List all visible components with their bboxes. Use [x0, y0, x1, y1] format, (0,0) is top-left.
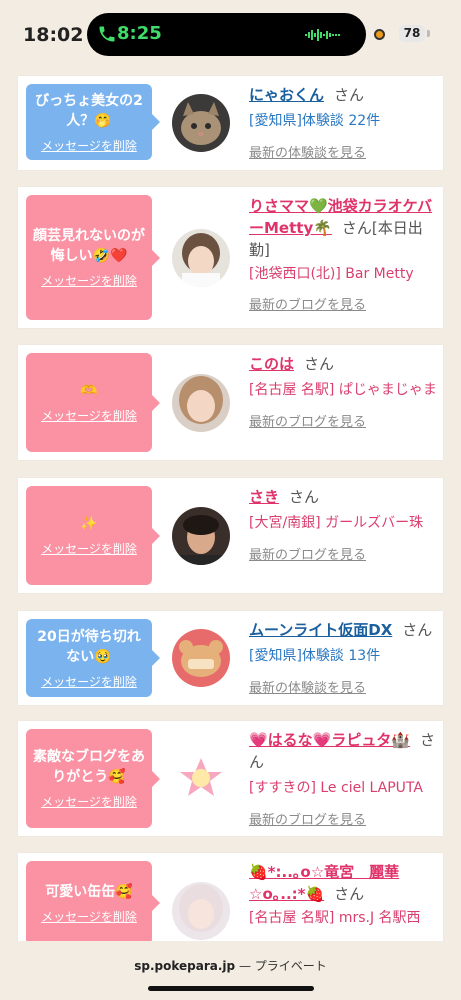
- profile-info: さき さん [大宮/南銀] ガールズバー珠 最新のブログを見る: [249, 486, 439, 563]
- battery-tip: [427, 30, 430, 37]
- call-duration: 8:25: [117, 23, 162, 44]
- latest-post-link[interactable]: 最新のブログを見る: [249, 809, 439, 828]
- delete-message-link[interactable]: メッセージを削除: [41, 137, 137, 154]
- profile-desc: [名古屋 名駅] ぱじゃまじゃま: [249, 382, 437, 398]
- profile-desc: [名古屋 名駅] mrs.J 名駅西: [249, 910, 421, 926]
- honorific: さん: [334, 86, 365, 104]
- message-bubble: びっちょ美女の2人？🤭 メッセージを削除: [26, 84, 160, 160]
- message-card: 素敵なブログをありがとう🥰 メッセージを削除 💗はるな💗ラピュタ🏰 さん [すすき…: [18, 721, 443, 836]
- delete-message-link[interactable]: メッセージを削除: [41, 908, 137, 925]
- browser-address-bar[interactable]: sp.pokepara.jp — プライベート: [0, 941, 461, 1000]
- profile-name-link[interactable]: このは: [249, 355, 294, 373]
- avatar[interactable]: [172, 882, 230, 940]
- profile-name-link[interactable]: さき: [249, 488, 279, 506]
- message-bubble: 20日が待ち切れない🥹 メッセージを削除: [26, 619, 160, 697]
- profile-info: にゃおくん さん [愛知県]体験談 22件 最新の体験談を見る: [249, 84, 439, 161]
- avatar[interactable]: [172, 750, 230, 808]
- clock: 18:02: [23, 24, 84, 46]
- message-text: ✨: [80, 516, 98, 532]
- home-indicator[interactable]: [148, 986, 314, 991]
- profile-name-link[interactable]: 🍓*:..｡o☆竜宮 麗華☆o｡..:*🍓: [249, 863, 399, 903]
- battery-icon: 78: [399, 25, 425, 42]
- profile-desc: [池袋西口(北)] Bar Metty: [249, 266, 414, 282]
- message-card: 🫶 メッセージを削除 このは さん [名古屋 名駅] ぱじゃまじゃま 最新のブログ…: [18, 345, 443, 460]
- url-suffix: — プライベート: [235, 959, 327, 973]
- delete-message-link[interactable]: メッセージを削除: [41, 272, 137, 289]
- audio-wave-icon: [305, 29, 340, 41]
- honorific: さん: [334, 885, 365, 903]
- url-display[interactable]: sp.pokepara.jp — プライベート: [0, 957, 461, 974]
- delete-message-link[interactable]: メッセージを削除: [41, 673, 137, 690]
- avatar[interactable]: [172, 629, 230, 687]
- dynamic-island[interactable]: 8:25: [87, 13, 366, 56]
- profile-desc: [愛知県]体験談 13件: [249, 648, 381, 664]
- message-card: 20日が待ち切れない🥹 メッセージを削除 ムーンライト仮面DX さん [愛知県]体…: [18, 611, 443, 705]
- message-text: 顔芸見れないのが悔しい🤣❤️: [33, 228, 145, 264]
- message-text: 素敵なブログをありがとう🥰: [33, 749, 145, 785]
- delete-message-link[interactable]: メッセージを削除: [41, 793, 137, 810]
- message-text: 🫶: [80, 383, 98, 399]
- latest-post-link[interactable]: 最新の体験談を見る: [249, 677, 439, 696]
- honorific: さん: [304, 355, 335, 373]
- honorific: さん: [402, 621, 433, 639]
- message-bubble: ✨ メッセージを削除: [26, 486, 160, 585]
- message-bubble: 可愛い缶缶🥰 メッセージを削除: [26, 861, 160, 945]
- message-card: ✨ メッセージを削除 さき さん [大宮/南銀] ガールズバー珠 最新のブログを見…: [18, 478, 443, 593]
- message-text: びっちょ美女の2人？🤭: [35, 92, 143, 129]
- profile-info: りさママ💚池袋カラオケバーMetty🌴 さん[本日出勤] [池袋西口(北)] Ba…: [249, 195, 439, 313]
- profile-info: 🍓*:..｡o☆竜宮 麗華☆o｡..:*🍓 さん [名古屋 名駅] mrs.J 名…: [249, 861, 439, 929]
- latest-post-link[interactable]: 最新のブログを見る: [249, 411, 439, 430]
- status-bar: 18:02 8:25 78: [0, 0, 461, 68]
- message-card: 可愛い缶缶🥰 メッセージを削除 🍓*:..｡o☆竜宮 麗華☆o｡..:*🍓 さん …: [18, 853, 443, 953]
- latest-post-link[interactable]: 最新の体験談を見る: [249, 142, 439, 161]
- delete-message-link[interactable]: メッセージを削除: [41, 407, 137, 424]
- avatar[interactable]: [172, 507, 230, 565]
- avatar[interactable]: [172, 94, 230, 152]
- profile-name-link[interactable]: にゃおくん: [249, 86, 324, 104]
- latest-post-link[interactable]: 最新のブログを見る: [249, 294, 439, 313]
- recording-indicator-icon: [374, 29, 385, 40]
- profile-info: 💗はるな💗ラピュタ🏰 さん [すすきの] Le ciel LAPUTA 最新のブロ…: [249, 729, 439, 828]
- honorific: さん: [289, 488, 320, 506]
- latest-post-link[interactable]: 最新のブログを見る: [249, 544, 439, 563]
- delete-message-link[interactable]: メッセージを削除: [41, 540, 137, 557]
- profile-info: このは さん [名古屋 名駅] ぱじゃまじゃま 最新のブログを見る: [249, 353, 439, 430]
- message-text: 可愛い缶缶🥰: [45, 883, 133, 900]
- profile-desc: [すすきの] Le ciel LAPUTA: [249, 780, 423, 796]
- message-bubble: 顔芸見れないのが悔しい🤣❤️ メッセージを削除: [26, 195, 160, 320]
- profile-name-link[interactable]: ムーンライト仮面DX: [249, 621, 392, 639]
- avatar[interactable]: [172, 374, 230, 432]
- message-bubble: 🫶 メッセージを削除: [26, 353, 160, 452]
- message-card: びっちょ美女の2人？🤭 メッセージを削除 にゃおくん さん [愛知県]体験談 22…: [18, 76, 443, 170]
- avatar[interactable]: [172, 229, 230, 287]
- profile-desc: [愛知県]体験談 22件: [249, 113, 381, 129]
- profile-name-link[interactable]: 💗はるな💗ラピュタ🏰: [249, 731, 410, 749]
- url-host: sp.pokepara.jp: [134, 959, 236, 973]
- message-bubble: 素敵なブログをありがとう🥰 メッセージを削除: [26, 729, 160, 828]
- message-card: 顔芸見れないのが悔しい🤣❤️ メッセージを削除 りさママ💚池袋カラオケバーMet…: [18, 187, 443, 328]
- message-text: 20日が待ち切れない🥹: [37, 628, 141, 665]
- phone-icon: [99, 26, 115, 42]
- profile-desc: [大宮/南銀] ガールズバー珠: [249, 515, 424, 531]
- profile-info: ムーンライト仮面DX さん [愛知県]体験談 13件 最新の体験談を見る: [249, 619, 439, 696]
